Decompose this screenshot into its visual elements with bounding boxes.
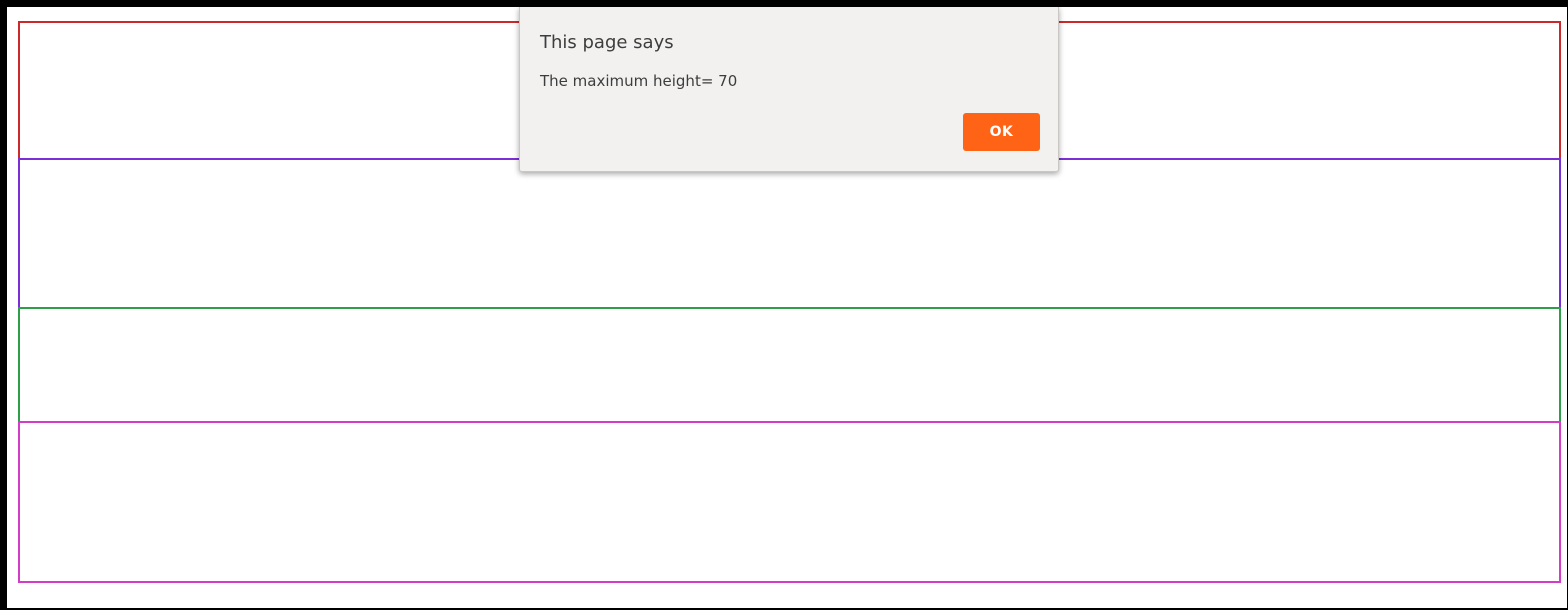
ok-button[interactable]: OK — [963, 113, 1040, 151]
purple-box — [18, 158, 1561, 309]
alert-dialog: This page says The maximum height= 70 OK — [519, 7, 1059, 172]
alert-title: This page says — [540, 32, 674, 53]
green-box — [18, 307, 1561, 423]
alert-message: The maximum height= 70 — [540, 72, 738, 90]
magenta-box — [18, 421, 1561, 583]
